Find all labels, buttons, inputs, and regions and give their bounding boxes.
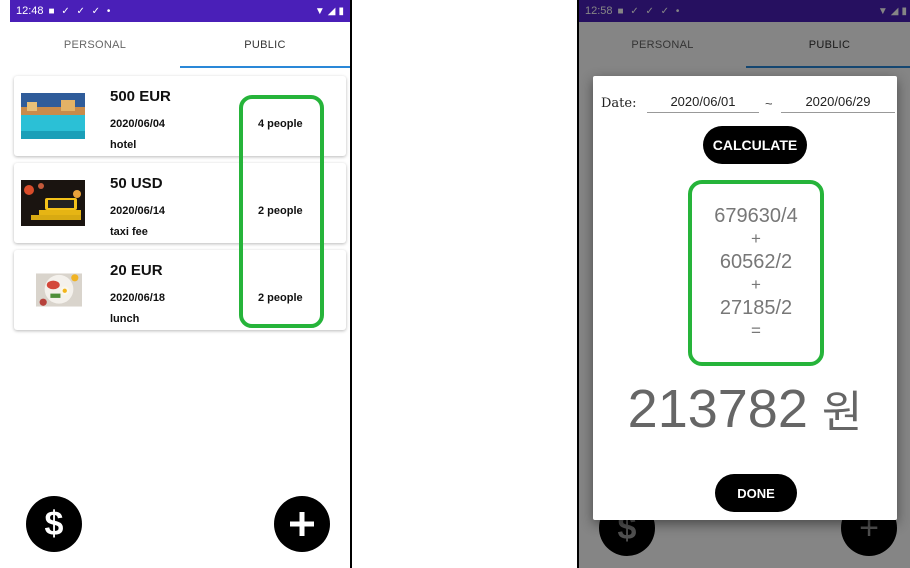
item-people: 2 people (258, 205, 303, 217)
item-date: 2020/06/04 (110, 118, 166, 130)
tab-public[interactable]: PUBLIC (180, 22, 350, 68)
lunch-plate-image (36, 273, 82, 307)
calculate-button[interactable]: CALCULATE (703, 126, 807, 164)
date-separator: ~ (765, 96, 773, 111)
item-description: hotel (110, 139, 137, 151)
item-date: 2020/06/14 (110, 205, 166, 217)
result-value: 213782 (627, 379, 808, 439)
date-range-row: Date: 2020/06/01 ~ 2020/06/29 (601, 92, 895, 114)
date-label: Date: (601, 96, 637, 111)
add-fab-button[interactable] (274, 496, 330, 552)
dollar-fab-button[interactable]: $ (26, 496, 82, 552)
item-amount: 20 EUR (110, 262, 163, 279)
left-phone-screen: 12:48 ■ ✓ ✓ ✓ • ▼ ◢ ▮ PERSONAL PUBLIC 50… (10, 0, 352, 568)
formula-operator: + (751, 275, 761, 294)
tab-personal[interactable]: PERSONAL (10, 22, 180, 68)
result-unit: 원 (821, 388, 863, 437)
formula-highlight-box: 679630/4 + 60562/2 + 27185/2 = (688, 180, 824, 366)
battery-icon: ▮ (338, 5, 344, 17)
status-time: 12:48 (16, 5, 44, 17)
item-description: taxi fee (110, 226, 148, 238)
hotel-pool-image (21, 93, 85, 139)
status-bar: 12:48 ■ ✓ ✓ ✓ • ▼ ◢ ▮ (10, 0, 350, 22)
item-date: 2020/06/18 (110, 292, 166, 304)
item-people: 2 people (258, 292, 303, 304)
expense-list: 500 EUR 2020/06/04 hotel 4 people 50 USD… (10, 68, 350, 330)
list-item[interactable]: 500 EUR 2020/06/04 hotel 4 people (14, 76, 346, 156)
result-display: 213782 원 (593, 376, 897, 440)
tab-bar: PERSONAL PUBLIC (10, 22, 350, 68)
item-amount: 500 EUR (110, 88, 171, 105)
formula-equals: = (751, 321, 761, 340)
formula-term: 27185/2 (719, 297, 793, 319)
notification-icons: ■ ✓ ✓ ✓ • (48, 5, 113, 17)
list-item[interactable]: 50 USD 2020/06/14 taxi fee 2 people (14, 163, 346, 243)
taxi-sign-image (21, 180, 85, 226)
wifi-icon: ▼ (314, 5, 325, 17)
item-amount: 50 USD (110, 175, 163, 192)
dollar-icon: $ (44, 504, 64, 543)
done-button[interactable]: DONE (715, 474, 797, 512)
formula-term: 60562/2 (719, 251, 793, 273)
formula-operator: + (751, 229, 761, 248)
formula-term: 679630/4 (714, 205, 798, 227)
right-phone-screen: 12:58 ■ ✓ ✓ ✓ • ▼ ◢ ▮ PERSONAL PUBLIC $ … (577, 0, 910, 568)
date-from-field[interactable]: 2020/06/01 (647, 92, 759, 113)
signal-icon: ◢ (327, 5, 336, 17)
date-to-field[interactable]: 2020/06/29 (781, 92, 895, 113)
list-item[interactable]: 20 EUR 2020/06/18 lunch 2 people (14, 250, 346, 330)
calculate-dialog: Date: 2020/06/01 ~ 2020/06/29 CALCULATE … (593, 76, 897, 520)
item-people: 4 people (258, 118, 303, 130)
plus-icon (290, 512, 314, 536)
item-description: lunch (110, 313, 140, 325)
